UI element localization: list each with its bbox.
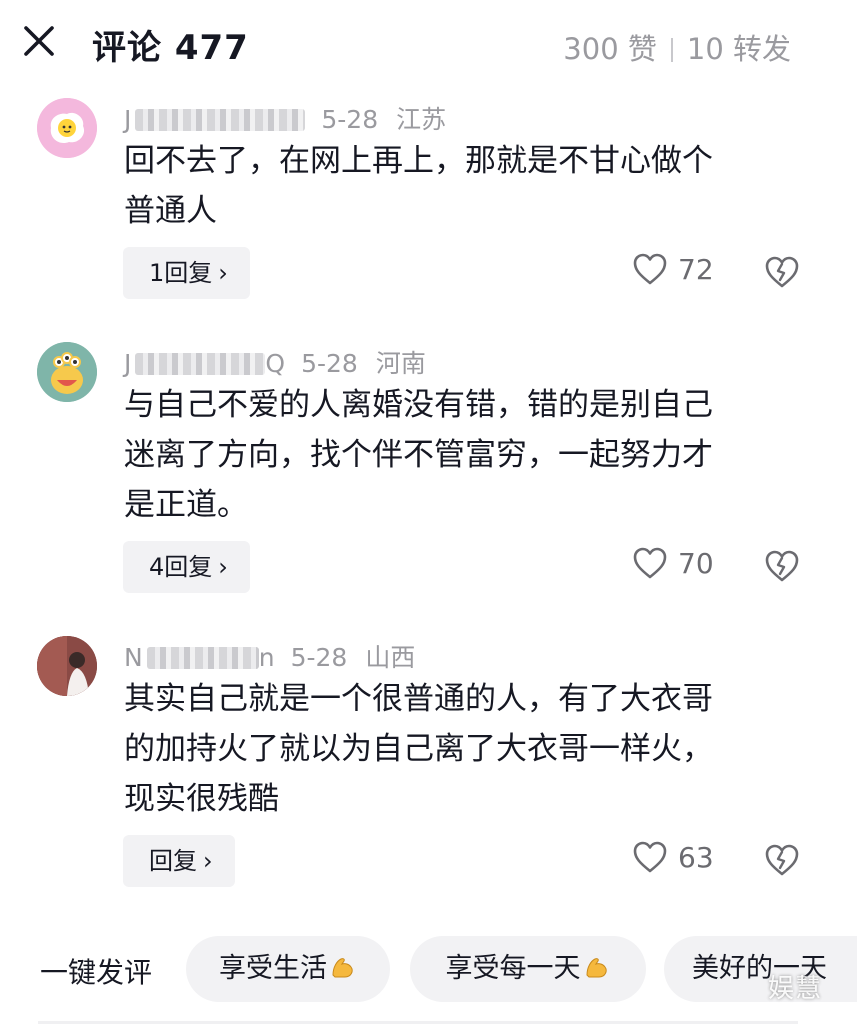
view-replies-button[interactable]: 4回复 › xyxy=(123,541,250,593)
reply-count-label: 1回复 xyxy=(149,259,213,287)
quick-comment-chip[interactable]: 享受每一天 xyxy=(410,936,646,1002)
username-suffix: Q xyxy=(265,349,286,378)
close-icon xyxy=(24,26,54,56)
comment-text-line: 回不去了，在网上再上，那就是不甘心做个 xyxy=(124,143,713,179)
comment-text-line: 的加持火了就以为自己离了大衣哥一样火， xyxy=(124,731,713,767)
comments-title: 评论 477 xyxy=(92,28,249,68)
comment-meta: J 5-28 江苏 xyxy=(124,100,446,136)
username-blurred xyxy=(135,353,266,375)
view-replies-button[interactable]: 回复 › xyxy=(123,835,235,887)
comments-header: 评论 477 300 赞 10 转发 xyxy=(0,0,857,92)
user-photo-icon xyxy=(37,636,97,696)
username-initial: J xyxy=(124,349,132,378)
monster-icon xyxy=(37,342,97,402)
bottom-divider xyxy=(38,1021,798,1024)
comment-text-line: 其实自己就是一个很普通的人，有了大衣哥 xyxy=(124,681,713,717)
username-suffix: n xyxy=(258,643,275,672)
photo-avatar[interactable] xyxy=(37,636,97,696)
like-count: 70 xyxy=(678,546,714,580)
comment-meta: Nn 5-28 山西 xyxy=(124,638,415,674)
comment-text-line: 与自己不爱的人离婚没有错，错的是别自己 xyxy=(124,387,713,423)
shares-count: 10 转发 xyxy=(686,32,791,66)
quick-comment-chip[interactable]: 美好的一天 xyxy=(664,936,857,1002)
comment-text: 回不去了，在网上再上，那就是不甘心做个 普通人 xyxy=(124,136,804,236)
comment-text-line: 现实很残酷 xyxy=(124,781,279,817)
chevron-right-icon: › xyxy=(203,847,213,875)
dislike-button[interactable] xyxy=(764,843,800,879)
username-blurred xyxy=(146,647,259,669)
comment-location: 山西 xyxy=(365,643,416,672)
dislike-button[interactable] xyxy=(764,255,800,291)
username-initial: J xyxy=(124,105,132,134)
like-button[interactable]: 63 xyxy=(632,840,714,880)
username[interactable]: Nn xyxy=(124,643,275,672)
username[interactable]: J xyxy=(124,105,306,134)
comment-location: 河南 xyxy=(375,349,426,378)
quick-comment-chip[interactable]: 享受生活 xyxy=(186,936,390,1002)
chevron-right-icon: › xyxy=(218,553,228,581)
comment-date: 5-28 xyxy=(290,643,348,672)
comment-date: 5-28 xyxy=(321,105,379,134)
post-stats: 300 赞 10 转发 xyxy=(563,26,791,68)
chip-label: 享受每一天 xyxy=(445,953,581,984)
fried-egg-avatar[interactable] xyxy=(37,98,97,158)
comment-location: 江苏 xyxy=(396,105,447,134)
stats-divider xyxy=(670,38,673,62)
reply-count-label: 回复 xyxy=(149,847,197,875)
fried-egg-icon xyxy=(37,98,97,158)
comment-text: 其实自己就是一个很普通的人，有了大衣哥 的加持火了就以为自己离了大衣哥一样火， … xyxy=(124,674,804,824)
username-initial: N xyxy=(124,643,143,672)
like-button[interactable]: 72 xyxy=(632,252,714,292)
dislike-button[interactable] xyxy=(764,549,800,585)
broken-heart-icon xyxy=(765,550,799,582)
broken-heart-icon xyxy=(765,844,799,876)
comment-meta: J Q 5-28 河南 xyxy=(124,344,426,380)
comment-text: 与自己不爱的人离婚没有错，错的是别自己 迷离了方向，找个伴不管富穷，一起努力才 … xyxy=(124,380,804,530)
comment-text-line: 迷离了方向，找个伴不管富穷，一起努力才 xyxy=(124,437,713,473)
comment-date: 5-28 xyxy=(301,349,358,378)
broken-heart-icon xyxy=(765,256,799,288)
watermark: 娱慧 xyxy=(768,974,823,1004)
comment-text-line: 普通人 xyxy=(124,193,217,229)
likes-count: 300 赞 xyxy=(563,32,657,66)
flexed-biceps-icon xyxy=(332,958,353,978)
like-button[interactable]: 70 xyxy=(632,546,714,586)
quick-comment-bar: 一键发评 享受生活 享受每一天 美好的一天 xyxy=(0,934,857,1008)
heart-icon xyxy=(633,547,667,579)
heart-icon xyxy=(633,253,667,285)
like-count: 72 xyxy=(678,252,714,286)
username[interactable]: JQ xyxy=(124,349,285,378)
flexed-biceps-icon xyxy=(585,958,607,978)
view-replies-button[interactable]: 1回复 › xyxy=(123,247,250,299)
monster-avatar[interactable] xyxy=(37,342,97,402)
chevron-right-icon: › xyxy=(218,259,228,287)
quick-comment-label: 一键发评 xyxy=(40,956,153,989)
comment-text-line: 是正道。 xyxy=(124,487,248,523)
username-blurred xyxy=(135,109,306,131)
chip-label: 享受生活 xyxy=(219,953,327,984)
close-button[interactable] xyxy=(20,22,60,62)
heart-icon xyxy=(633,841,667,873)
reply-count-label: 4回复 xyxy=(149,553,213,581)
like-count: 63 xyxy=(678,840,714,874)
